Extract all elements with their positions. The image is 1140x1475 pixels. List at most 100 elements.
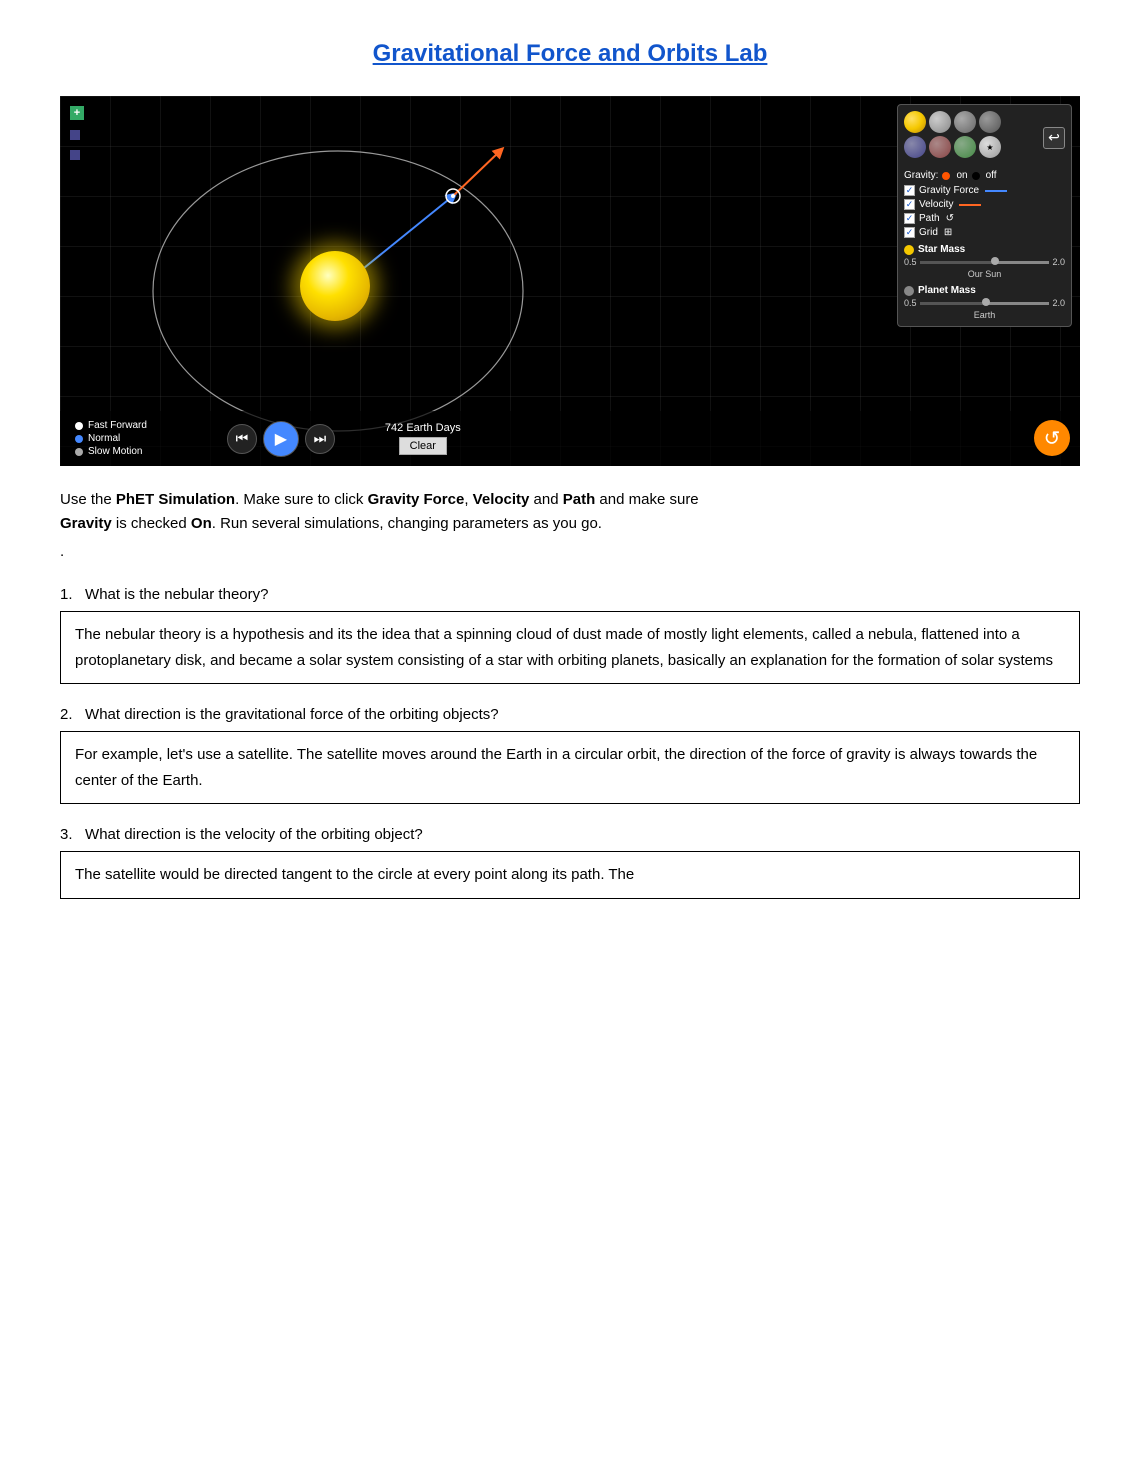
sim-bottom-bar: Fast Forward Normal Slow Motion ⏮ ▶ ⏭ 74…	[60, 411, 1080, 466]
instructions-block: Use the PhET Simulation. Make sure to cl…	[60, 488, 1080, 564]
planet2-body-option[interactable]	[979, 111, 1001, 133]
instr-mid1: . Make sure to click	[235, 491, 368, 508]
velocity-label: Velocity	[919, 199, 953, 210]
sim-reset-button[interactable]: ↺	[1034, 420, 1070, 456]
velocity-line	[959, 204, 981, 206]
grid-checkbox[interactable]: ✓	[904, 227, 915, 238]
grid-row: ✓ Grid ⊞	[904, 227, 1065, 238]
q3-number: 3.	[60, 826, 73, 843]
path-label: Path	[919, 213, 940, 224]
legend-dot-slow	[75, 448, 83, 456]
instr-gravity: Gravity	[60, 515, 112, 532]
gravity-off-label[interactable]: off	[986, 170, 997, 181]
gravity-force-row: ✓ Gravity Force	[904, 185, 1065, 196]
question-1: 1. What is the nebular theory?	[60, 586, 1080, 603]
star-mass-dot	[904, 245, 914, 255]
instr-end2: . Run several simulations, changing para…	[212, 515, 602, 532]
answer-box-3: The satellite would be directed tangent …	[60, 851, 1080, 899]
body-selector: ★	[904, 111, 1001, 158]
rewind-button[interactable]: ⏮	[227, 424, 257, 454]
page-title-container: Gravitational Force and Orbits Lab	[60, 40, 1080, 68]
question-2: 2. What direction is the gravitational f…	[60, 706, 1080, 723]
planet3-body-option[interactable]	[904, 136, 926, 158]
sun-body-option[interactable]	[904, 111, 926, 133]
reset-bodies-button[interactable]: ↩	[1043, 127, 1065, 149]
answer-2-text: For example, let's use a satellite. The …	[75, 746, 1037, 789]
star-mass-min: 0.5	[904, 257, 917, 267]
cp-top-row: ★ ↩	[904, 111, 1065, 164]
path-checkbox[interactable]: ✓	[904, 213, 915, 224]
dot-separator: .	[60, 540, 1080, 564]
gravity-force-checkbox[interactable]: ✓	[904, 185, 915, 196]
instr-end1: and make sure	[595, 491, 698, 508]
star-mass-max: 2.0	[1052, 257, 1065, 267]
reset-icon: ↺	[1044, 426, 1061, 451]
instr-phet: PhET Simulation	[116, 491, 235, 508]
legend-slow: Slow Motion	[75, 446, 147, 457]
gravity-on-radio[interactable]	[942, 172, 950, 180]
step-forward-button[interactable]: ⏭	[305, 424, 335, 454]
question-3: 3. What direction is the velocity of the…	[60, 826, 1080, 843]
planet-mass-section: Planet Mass	[904, 285, 1065, 296]
planet-mass-min: 0.5	[904, 298, 917, 308]
gravity-label: Gravity:	[904, 170, 938, 181]
moon-body-option[interactable]	[929, 111, 951, 133]
planet-mass-slider-row: 0.5 2.0	[904, 298, 1065, 308]
speed-legend: Fast Forward Normal Slow Motion	[75, 420, 147, 457]
instr-gravity-force: Gravity Force	[368, 491, 465, 508]
planet5-body-option[interactable]	[954, 136, 976, 158]
planet1-body-option[interactable]	[954, 111, 976, 133]
legend-normal-label: Normal	[88, 433, 120, 444]
planet4-body-option[interactable]	[929, 136, 951, 158]
planet-mass-max: 2.0	[1052, 298, 1065, 308]
legend-slow-label: Slow Motion	[88, 446, 142, 457]
instr-velocity: Velocity	[473, 491, 530, 508]
star-mass-slider-row: 0.5 2.0	[904, 257, 1065, 267]
planet-mass-dot	[904, 286, 914, 296]
grid-icon: ⊞	[944, 227, 952, 238]
time-display-area: 742 Earth Days Clear	[385, 422, 461, 455]
gravity-toggle-row: Gravity: on off	[904, 170, 1065, 181]
instr-pre1: Use the	[60, 491, 116, 508]
legend-fast-label: Fast Forward	[88, 420, 147, 431]
grid-label: Grid	[919, 227, 938, 238]
play-button[interactable]: ▶	[263, 421, 299, 457]
instr-checked: is checked	[112, 515, 191, 532]
instr-on: On	[191, 515, 212, 532]
gravity-on-label[interactable]: on	[956, 170, 967, 181]
q1-number: 1.	[60, 586, 73, 603]
clear-button[interactable]: Clear	[399, 437, 447, 455]
path-row: ✓ Path ↺	[904, 213, 1065, 224]
instr-comma: ,	[464, 491, 472, 508]
velocity-checkbox[interactable]: ✓	[904, 199, 915, 210]
planet-mass-midlabel: Earth	[904, 310, 1065, 320]
answer-box-1: The nebular theory is a hypothesis and i…	[60, 611, 1080, 684]
control-panel: ★ ↩ Gravity: on off ✓ Gravity Force ✓ Ve…	[897, 104, 1072, 327]
star-mass-section: Star Mass	[904, 244, 1065, 255]
star-mass-label: Star Mass	[918, 244, 965, 255]
zoom-in-button[interactable]: +	[70, 106, 84, 120]
legend-fast-forward: Fast Forward	[75, 420, 147, 431]
gravity-off-radio[interactable]	[972, 172, 980, 180]
page-title[interactable]: Gravitational Force and Orbits Lab	[373, 40, 768, 67]
legend-dot-normal	[75, 435, 83, 443]
custom-body-option[interactable]: ★	[979, 136, 1001, 158]
playback-controls: ⏮ ▶ ⏭	[227, 421, 335, 457]
simulation-container: + ★ ↩ Gravity: on off ✓	[60, 96, 1080, 466]
planet-mass-label: Planet Mass	[918, 285, 976, 296]
star-body	[300, 251, 370, 321]
time-display: 742 Earth Days	[385, 422, 461, 434]
path-icon: ↺	[946, 213, 954, 224]
gravity-force-line	[985, 190, 1007, 192]
answer-3-text: The satellite would be directed tangent …	[75, 866, 634, 883]
planet-mass-slider[interactable]	[920, 302, 1050, 305]
star-mass-slider[interactable]	[920, 261, 1050, 264]
answer-box-2: For example, let's use a satellite. The …	[60, 731, 1080, 804]
instr-and: and	[529, 491, 562, 508]
star-mass-midlabel: Our Sun	[904, 269, 1065, 279]
control-square2	[70, 150, 80, 160]
instr-path: Path	[563, 491, 596, 508]
velocity-row: ✓ Velocity	[904, 199, 1065, 210]
q2-text: What direction is the gravitational forc…	[85, 706, 499, 723]
control-square	[70, 130, 80, 140]
